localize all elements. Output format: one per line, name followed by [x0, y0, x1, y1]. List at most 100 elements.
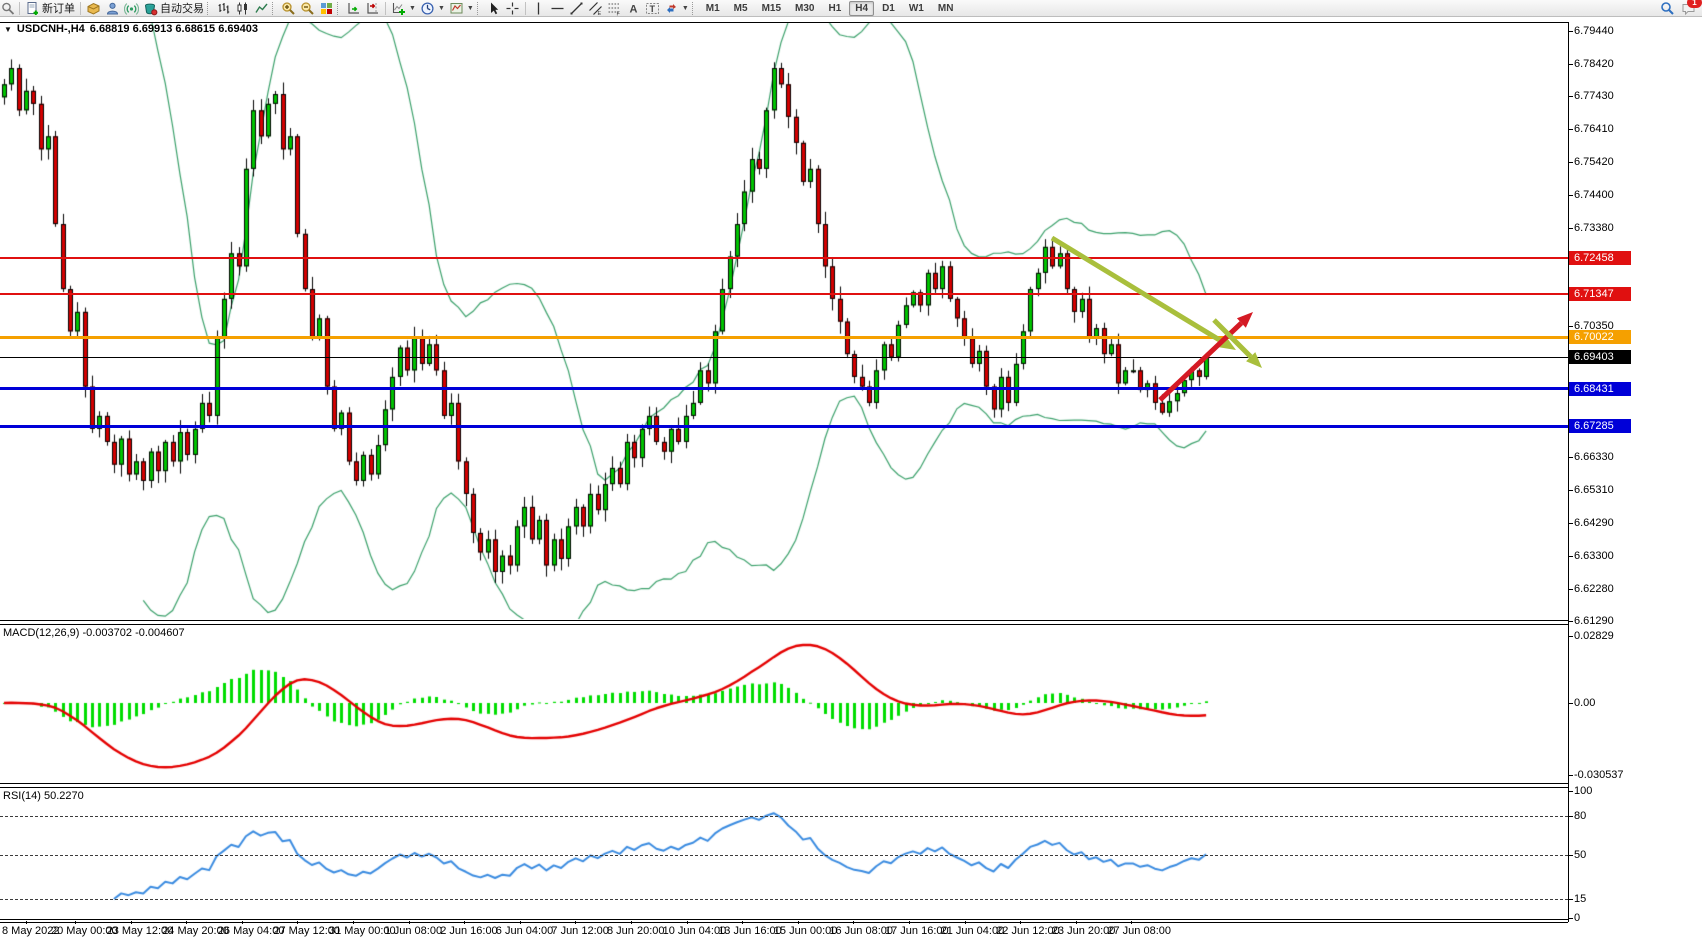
timeframe-d1[interactable]: D1: [876, 1, 901, 16]
tile-windows-button[interactable]: [317, 0, 336, 16]
price-badge-current: 6.69403: [1569, 350, 1631, 364]
time-axis-label: 10 Jun 04:00: [663, 925, 727, 937]
timeframe-m5[interactable]: M5: [728, 1, 754, 16]
time-axis-label: 23 Jun 20:00: [1052, 925, 1116, 937]
template-icon: [449, 1, 464, 16]
auto-scroll-button[interactable]: [344, 0, 363, 16]
new-order-button[interactable]: 新订单: [23, 0, 77, 16]
line-chart-icon: [254, 1, 269, 16]
symbol-period-label: USDCNH-,H4: [17, 23, 85, 35]
time-axis-label: 8 Jun 20:00: [607, 925, 665, 937]
timeframe-m15[interactable]: M15: [756, 1, 787, 16]
macd-axis-label: 0.00: [1574, 697, 1595, 709]
toolbar-grip: [477, 2, 481, 15]
toolbar-right: 1: [1660, 1, 1696, 16]
horizontal-line-icon: [550, 1, 565, 16]
autotrading-pot-icon: [143, 1, 158, 16]
chevron-down-icon: ▼: [409, 5, 416, 12]
timeframe-m30[interactable]: M30: [789, 1, 820, 16]
cursor-icon: [486, 1, 501, 16]
time-axis-label: 2 Jun 16:00: [440, 925, 498, 937]
styler-button[interactable]: [84, 0, 103, 16]
fibonacci-icon: F: [607, 1, 622, 16]
fibonacci-button[interactable]: F: [605, 0, 624, 16]
time-axis-label: 1 Jun 08:00: [385, 925, 443, 937]
timeframe-h4[interactable]: H4: [849, 1, 874, 16]
toolbar-grip: [692, 2, 696, 15]
svg-text:E: E: [597, 11, 601, 16]
price-tick-label: 6.64290: [1574, 517, 1614, 529]
toolbar-separator: [19, 2, 20, 15]
price-badge-resistance: 6.71347: [1569, 287, 1631, 301]
trend-arrow-1[interactable]: [1052, 238, 1236, 350]
svg-text:T: T: [649, 4, 655, 14]
timeframe-h1[interactable]: H1: [822, 1, 847, 16]
timeframe-toolbar: M1M5M15M30H1H4D1W1MN: [699, 1, 961, 16]
bar-chart-icon: [216, 1, 231, 16]
time-axis-label: 21 Jun 04:00: [941, 925, 1005, 937]
price-axis-border: [1568, 22, 1569, 922]
text-button[interactable]: A: [624, 0, 643, 16]
auto-trading-label: 自动交易: [160, 0, 204, 16]
timeframe-w1[interactable]: W1: [903, 1, 930, 16]
horizontal-line-button[interactable]: [548, 0, 567, 16]
new-order-icon: [25, 1, 40, 16]
templates-button[interactable]: ▼: [447, 0, 476, 16]
signals-button[interactable]: [122, 0, 141, 16]
price-badge-support: 6.67285: [1569, 419, 1631, 433]
notifications-icon[interactable]: 1: [1681, 1, 1696, 16]
text-label-button[interactable]: T: [643, 0, 662, 16]
crosshair-button[interactable]: [503, 0, 522, 16]
vertical-line-button[interactable]: [529, 0, 548, 16]
time-axis-label: 17 Jun 16:00: [885, 925, 949, 937]
drawing-objects-layer: [0, 0, 1568, 940]
zoom-in-button[interactable]: [279, 0, 298, 16]
channel-button[interactable]: E: [586, 0, 605, 16]
zoom-out-icon: [300, 1, 315, 16]
periods-button[interactable]: ▼: [418, 0, 447, 16]
rsi-indicator-label: RSI(14) 50.2270: [3, 790, 84, 802]
equidistant-channel-icon: E: [588, 1, 603, 16]
cursor-button[interactable]: [484, 0, 503, 16]
auto-trading-button[interactable]: 自动交易: [141, 0, 206, 16]
chart-dropdown-icon[interactable]: ▼: [4, 25, 12, 34]
vertical-line-icon: [531, 1, 546, 16]
clock-icon: [420, 1, 435, 16]
indicators-button[interactable]: ▼: [389, 0, 418, 16]
chevron-down-icon: ▼: [438, 5, 445, 12]
svg-text:A: A: [629, 3, 637, 15]
time-axis-label: 7 Jun 12:00: [551, 925, 609, 937]
signal-icon: [124, 1, 139, 16]
toolbar-grip: [207, 2, 211, 15]
price-tick-label: 6.62280: [1574, 583, 1614, 595]
price-tick-label: 6.79440: [1574, 25, 1614, 37]
indicators-icon: [391, 1, 406, 16]
notification-badge: 1: [1687, 0, 1702, 8]
candlestick-chart-button[interactable]: [233, 0, 252, 16]
profile-icon: [105, 1, 120, 16]
timeframe-mn[interactable]: MN: [932, 1, 960, 16]
macd-axis-label: 0.02829: [1574, 630, 1614, 642]
price-tick-label: 6.78420: [1574, 58, 1614, 70]
price-tick-label: 6.77430: [1574, 90, 1614, 102]
price-tick-label: 6.63300: [1574, 550, 1614, 562]
time-axis-label: 16 Jun 08:00: [829, 925, 893, 937]
chart-shift-icon: [365, 1, 380, 16]
timeframe-m1[interactable]: M1: [700, 1, 726, 16]
chart-shift-button[interactable]: [363, 0, 382, 16]
zoom-out-button[interactable]: [298, 0, 317, 16]
line-chart-button[interactable]: [252, 0, 271, 16]
chevron-down-icon: ▼: [467, 5, 474, 12]
shapes-button[interactable]: ▼: [662, 0, 691, 16]
trend-arrow-2[interactable]: [1160, 312, 1253, 400]
toolbar-grip: [272, 2, 276, 15]
community-button[interactable]: [103, 0, 122, 16]
chevron-down-icon: ▼: [682, 5, 689, 12]
trendline-button[interactable]: [567, 0, 586, 16]
search-chart-icon[interactable]: [1, 1, 16, 16]
bar-chart-button[interactable]: [214, 0, 233, 16]
search-icon[interactable]: [1660, 1, 1675, 16]
text-label-icon: T: [645, 1, 660, 16]
price-tick-label: 6.74400: [1574, 189, 1614, 201]
main-toolbar: 新订单 自动交易 ▼ ▼ ▼ E F A T ▼ M1M5M15M30H1H4D…: [0, 0, 1702, 17]
